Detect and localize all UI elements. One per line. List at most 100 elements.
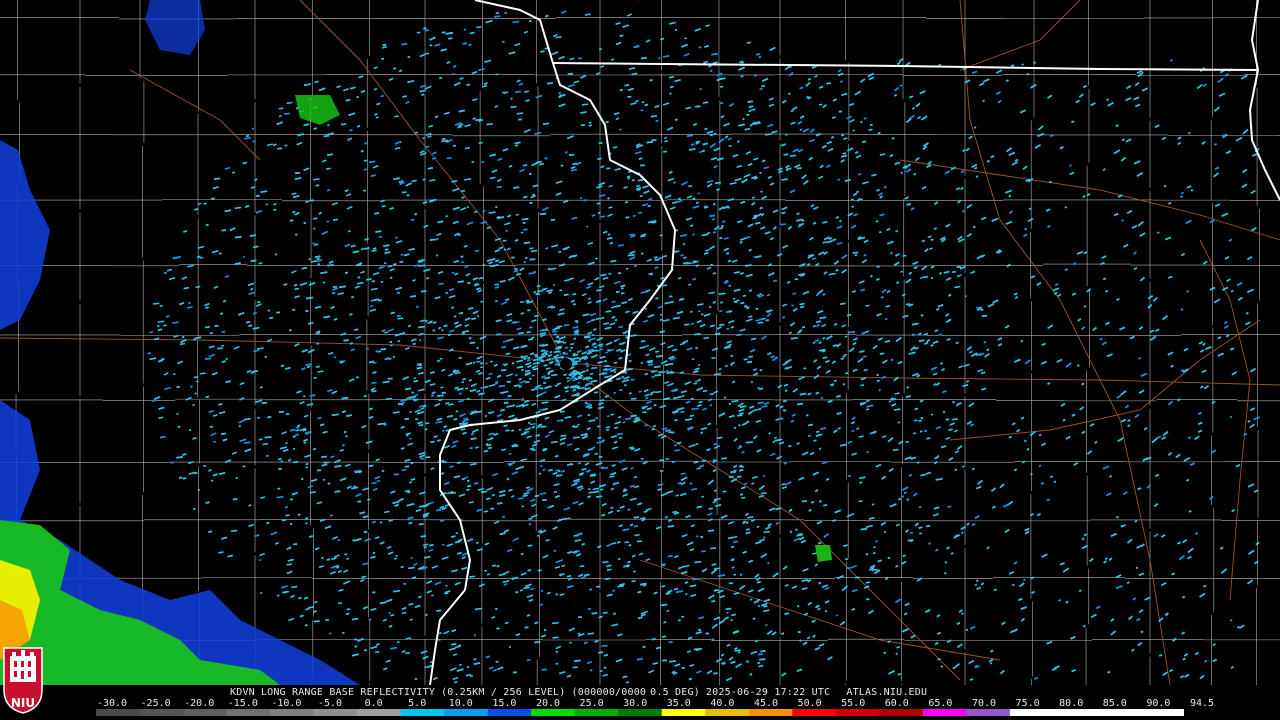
echo-pixel bbox=[390, 344, 393, 347]
echo-pixel bbox=[757, 387, 760, 390]
echo-pixel bbox=[791, 304, 794, 307]
echo-pixel bbox=[495, 660, 499, 663]
echo-pixel bbox=[289, 523, 293, 525]
echo-pixel bbox=[508, 646, 512, 648]
echo-pixel bbox=[678, 197, 681, 200]
echo-pixel bbox=[211, 479, 214, 482]
echo-pixel bbox=[681, 666, 685, 669]
echo-pixel bbox=[387, 357, 392, 360]
echo-pixel bbox=[246, 135, 249, 137]
echo-pixel bbox=[738, 424, 741, 427]
echo-pixel bbox=[732, 297, 736, 300]
echo-pixel bbox=[527, 309, 531, 312]
echo-pixel bbox=[351, 296, 355, 299]
echo-pixel bbox=[536, 534, 540, 537]
echo-pixel bbox=[481, 161, 485, 163]
echo-pixel bbox=[533, 271, 536, 274]
echo-pixel bbox=[568, 373, 573, 376]
echo-pixel bbox=[576, 351, 580, 353]
echo-pixel bbox=[924, 430, 928, 432]
radar-map: NIU KDVN LONG RANGE BASE REFLECTIVITY (0.2… bbox=[0, 0, 1280, 720]
echo-pixel bbox=[480, 300, 484, 303]
echo-pixel bbox=[354, 638, 358, 641]
echo-pixel bbox=[653, 404, 657, 407]
echo-pixel bbox=[659, 314, 662, 316]
echo-pixel bbox=[407, 56, 411, 59]
echo-pixel bbox=[422, 137, 425, 140]
echo-pixel bbox=[515, 144, 518, 147]
echo-pixel bbox=[540, 359, 544, 362]
echo-pixel bbox=[692, 197, 696, 200]
echo-pixel bbox=[570, 346, 573, 349]
echo-pixel bbox=[188, 302, 191, 304]
echo-pixel bbox=[221, 344, 225, 347]
echo-pixel bbox=[327, 482, 331, 485]
echo-pixel bbox=[407, 491, 411, 494]
echo-pixel bbox=[329, 632, 332, 635]
echo-pixel bbox=[313, 227, 316, 230]
echo-pixel bbox=[529, 377, 532, 380]
echo-pixel bbox=[389, 341, 393, 343]
echo-pixel bbox=[429, 44, 433, 47]
echo-pixel bbox=[384, 331, 389, 334]
echo-pixel bbox=[698, 310, 701, 313]
echo-pixel bbox=[471, 160, 474, 163]
echo-pixel bbox=[267, 309, 271, 312]
echo-pixel bbox=[569, 641, 572, 644]
echo-pixel bbox=[529, 202, 533, 204]
echo-pixel bbox=[543, 629, 547, 631]
echo-pixel bbox=[681, 615, 685, 618]
echo-pixel bbox=[698, 629, 702, 631]
echo-pixel bbox=[686, 218, 689, 221]
echo-pixel bbox=[395, 554, 398, 557]
echo-pixel bbox=[225, 357, 228, 360]
echo-pixel bbox=[845, 372, 849, 375]
echo-pixel bbox=[558, 250, 562, 253]
echo-pixel bbox=[398, 402, 402, 405]
echo-pixel bbox=[213, 440, 216, 443]
echo-pixel bbox=[375, 350, 379, 353]
echo-pixel bbox=[181, 336, 185, 338]
echo-pixel bbox=[305, 466, 308, 469]
echo-pixel bbox=[783, 409, 787, 412]
echo-pixel bbox=[205, 224, 209, 226]
echo-pixel bbox=[615, 290, 620, 293]
radar-map-canvas bbox=[0, 0, 1280, 720]
echo-pixel bbox=[260, 592, 263, 595]
echo-pixel bbox=[555, 650, 559, 653]
echo-pixel bbox=[608, 272, 612, 275]
echo-pixel bbox=[555, 593, 558, 596]
echo-pixel bbox=[879, 231, 882, 234]
echo-pixel bbox=[754, 74, 757, 77]
echo-pixel bbox=[466, 206, 469, 209]
echo-pixel bbox=[627, 95, 632, 98]
echo-pixel bbox=[919, 532, 922, 535]
echo-pixel bbox=[372, 591, 376, 594]
echo-pixel bbox=[669, 92, 672, 95]
echo-pixel bbox=[333, 356, 337, 359]
echo-pixel bbox=[305, 310, 309, 312]
echo-pixel bbox=[235, 476, 238, 479]
echo-pixel bbox=[416, 31, 421, 34]
echo-pixel bbox=[590, 669, 593, 672]
echo-pixel bbox=[523, 261, 527, 263]
echo-pixel bbox=[375, 116, 379, 119]
echo-pixel bbox=[572, 303, 576, 306]
echo-pixel bbox=[618, 436, 623, 439]
echo-pixel bbox=[719, 85, 724, 88]
echo-pixel bbox=[728, 402, 732, 405]
echo-pixel bbox=[560, 419, 564, 422]
echo-pixel bbox=[845, 558, 849, 561]
echo-pixel bbox=[681, 535, 685, 538]
echo-pixel bbox=[613, 370, 617, 373]
echo-pixel bbox=[626, 681, 630, 684]
echo-pixel bbox=[414, 678, 418, 680]
echo-pixel bbox=[803, 367, 807, 370]
echo-pixel bbox=[527, 356, 530, 359]
echo-pixel bbox=[371, 280, 375, 283]
echo-pixel bbox=[577, 632, 581, 635]
echo-pixel bbox=[442, 543, 445, 546]
echo-pixel bbox=[460, 519, 464, 522]
echo-pixel bbox=[453, 315, 457, 318]
echo-pixel bbox=[518, 118, 522, 121]
